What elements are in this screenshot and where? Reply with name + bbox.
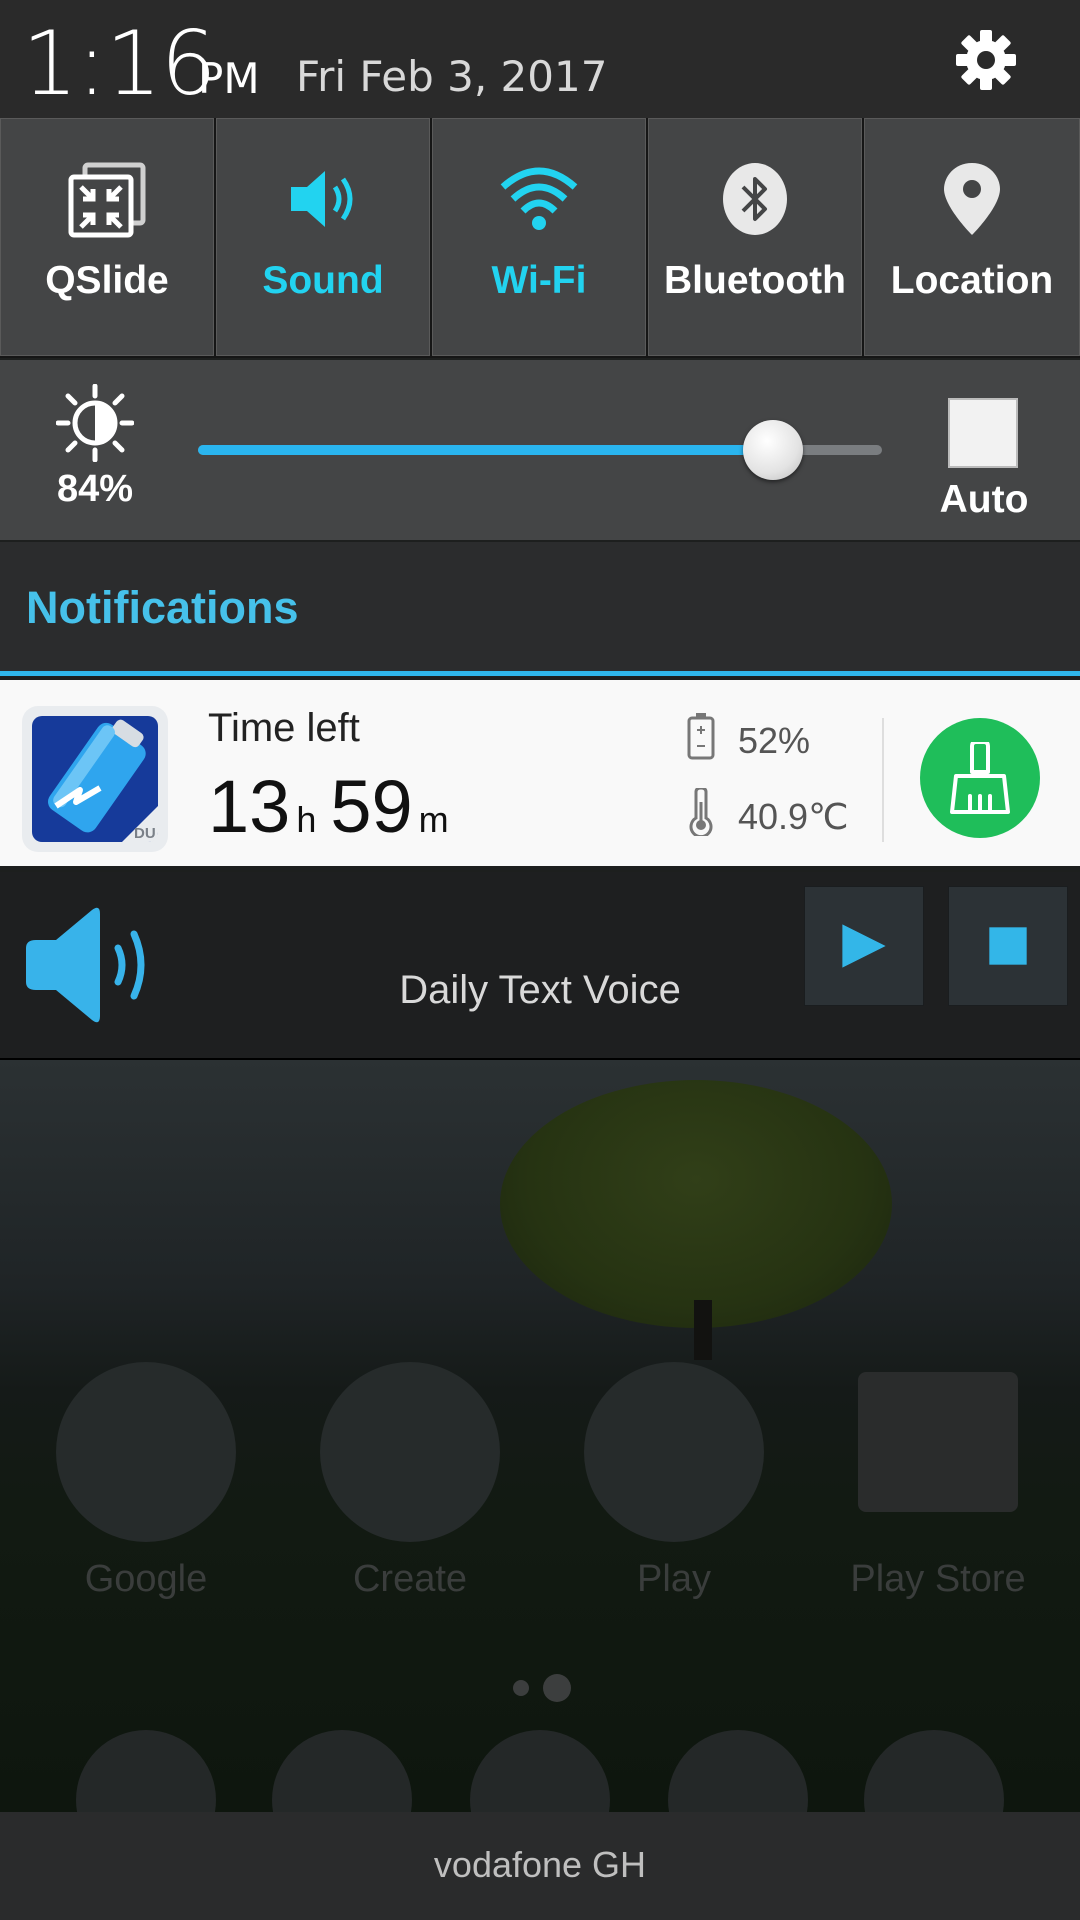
tile-bluetooth[interactable]: Bluetooth [648,118,862,356]
tile-label: Location [890,259,1054,302]
time-left-label: Time left [208,706,360,750]
carrier-bar: vodafone GH [0,1812,1080,1920]
auto-brightness-label: Auto [939,478,1029,521]
contacts-icon [76,1730,216,1812]
home-screen-background: Google Create Play Play Store [0,1060,1080,1812]
broom-icon [950,742,1010,814]
tile-location[interactable]: Location [864,118,1080,356]
app-play: Play [584,1362,764,1600]
app-play-store: Play Store [848,1362,1028,1600]
play-music-icon [584,1362,764,1542]
brightness-slider-fill [198,445,773,455]
thermometer-icon [686,786,716,839]
broom-button[interactable] [920,718,1040,838]
tile-qslide[interactable]: QSlide [0,118,214,356]
tile-label: Sound [262,259,384,302]
carrier-name: vodafone GH [433,1844,647,1885]
tile-label: QSlide [45,259,169,302]
brightness-slider-thumb[interactable] [742,420,803,480]
app-google: Google [56,1362,236,1600]
status-header: 1:16 PM Fri Feb 3, 2017 [0,0,1080,118]
wallpaper-tree [500,1080,892,1328]
stop-button[interactable] [948,886,1068,1006]
clock-time: 1:16 [22,12,217,115]
speaker-icon [22,900,162,1030]
page-indicator-dot-active [543,1674,571,1702]
camera-icon [864,1730,1004,1812]
qslide-icon [67,159,147,239]
tile-sound[interactable]: Sound [216,118,430,356]
svg-text:DU: DU [134,825,156,842]
notifications-title: Notifications [26,582,299,633]
page-indicator-dot [513,1680,529,1696]
divider [882,718,884,842]
time-left-hours: 13 [208,765,291,848]
tile-label: Bluetooth [664,259,846,302]
time-left-minutes: 59 [330,765,413,848]
chrome-icon [668,1730,808,1812]
media-title: Daily Text Voice [399,968,681,1012]
play-button[interactable] [804,886,924,1006]
app-label: Play [637,1558,711,1600]
bluetooth-icon [715,159,795,239]
media-notification[interactable]: Daily Text Voice [0,872,1080,1060]
time-left-value: 13 h 59 m [208,764,463,849]
sound-icon [283,159,363,239]
play-icon [842,924,886,968]
app-label: Play Store [850,1558,1026,1600]
app-label: Google [84,1558,208,1600]
app-label: Create [352,1558,468,1600]
time-left-minutes-unit: m [418,799,449,840]
date-label: Fri Feb 3, 2017 [296,52,608,101]
battery-icon [686,712,716,760]
clock-ampm: PM [198,54,260,103]
app-drawer-icon [470,1730,610,1812]
notifications-header: Notifications [0,542,1080,676]
play-store-icon [858,1372,1018,1512]
stop-icon [989,927,1027,965]
brightness-panel: 84% Auto [0,360,1080,540]
gear-icon[interactable] [954,28,1018,92]
tile-wifi[interactable]: Wi-Fi [432,118,646,356]
battery-notification[interactable]: DU Time left 13 h 59 m 52% 40.9℃ [0,680,1080,866]
app-create: Create [320,1362,500,1600]
brightness-slider[interactable] [198,420,882,480]
temperature-value: 40.9℃ [738,796,849,837]
time-left-hours-unit: h [296,799,317,840]
battery-percent: 52% [738,720,811,761]
google-icon [56,1362,236,1542]
du-battery-icon: DU [22,706,168,852]
location-icon [932,159,1012,239]
wallpaper-tree-trunk [694,1300,712,1360]
auto-brightness-checkbox[interactable] [948,398,1018,468]
create-icon [320,1362,500,1542]
quick-settings-panel: QSlide Sound Wi-Fi Bluetooth Location [0,118,1080,358]
tile-label: Wi-Fi [491,259,587,302]
brightness-value: 84% [56,468,134,510]
wifi-icon [499,159,579,239]
brightness-icon [55,383,135,463]
hangouts-icon [272,1730,412,1812]
